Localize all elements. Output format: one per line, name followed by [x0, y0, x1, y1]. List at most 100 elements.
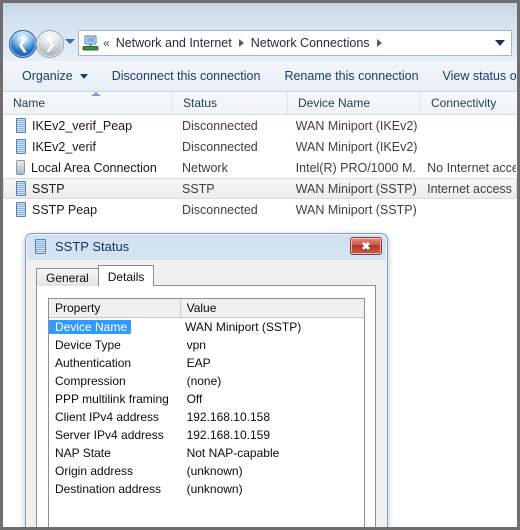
lan-connection-icon	[16, 160, 25, 175]
dialog-title-bar[interactable]: SSTP Status ✖	[25, 233, 388, 260]
details-property: Origin address	[55, 464, 134, 478]
details-row[interactable]: Compression (none)	[49, 372, 364, 390]
disconnect-connection-button[interactable]: Disconnect this connection	[105, 65, 268, 87]
address-bar[interactable]: « Network and Internet Network Connectio…	[78, 30, 512, 56]
details-row[interactable]: NAP State Not NAP-capable	[49, 444, 364, 462]
rename-connection-button[interactable]: Rename this connection	[277, 65, 425, 87]
details-value: EAP	[186, 356, 211, 370]
row-connectivity-cell: Internet access	[427, 181, 512, 196]
organize-button[interactable]: Organize	[15, 65, 95, 87]
forward-button[interactable]: ❯	[36, 30, 64, 58]
details-value: (unknown)	[186, 482, 243, 496]
forward-arrow-icon: ❯	[44, 36, 56, 52]
breadcrumb-network-and-internet[interactable]: Network and Internet	[115, 34, 233, 52]
vpn-connection-icon	[16, 181, 26, 196]
table-row[interactable]: SSTP Peap Disconnected WAN Miniport (SST…	[3, 199, 517, 220]
details-row[interactable]: Device Type vpn	[49, 336, 364, 354]
row-name-cell: IKEv2_verif_Peap	[4, 118, 172, 133]
column-header-name[interactable]: Name	[3, 92, 173, 114]
row-status-cell: SSTP	[181, 181, 215, 196]
window-glass-strip	[3, 3, 517, 25]
details-grid: Property Value Device Name WAN Miniport …	[48, 298, 365, 527]
details-column-property[interactable]: Property	[49, 299, 181, 317]
row-name-label: IKEv2_verif	[32, 139, 96, 154]
column-header-device-name[interactable]: Device Name	[288, 92, 421, 114]
details-column-value[interactable]: Value	[181, 299, 364, 317]
breadcrumb-network-connections[interactable]: Network Connections	[250, 34, 371, 52]
table-row[interactable]: IKEv2_verif_Peap Disconnected WAN Minipo…	[3, 115, 517, 136]
details-property: Client IPv4 address	[55, 410, 160, 424]
dialog-body: General Details Property Value Device Na…	[26, 260, 387, 527]
row-name-label: SSTP Peap	[32, 202, 98, 217]
details-row[interactable]: Origin address (unknown)	[49, 462, 364, 480]
sort-ascending-icon	[91, 92, 101, 96]
details-value: (none)	[186, 374, 222, 388]
back-button[interactable]: ❮	[9, 30, 37, 58]
row-name-label: Local Area Connection	[31, 160, 157, 175]
details-property: Compression	[55, 374, 126, 388]
back-arrow-icon: ❮	[17, 36, 29, 52]
row-device-cell: Intel(R) PRO/1000 M...	[295, 160, 418, 175]
tab-general[interactable]: General	[36, 268, 99, 286]
details-row[interactable]: Destination address (unknown)	[49, 480, 364, 498]
row-device-cell: WAN Miniport (SSTP)	[295, 202, 417, 217]
breadcrumb-chevron-icon[interactable]	[238, 39, 244, 47]
row-status-cell: Disconnected	[181, 118, 258, 133]
vpn-connection-icon	[16, 202, 26, 217]
breadcrumb-chevron-icon-2[interactable]	[376, 39, 382, 47]
details-property: Device Name	[49, 320, 132, 334]
details-value: WAN Miniport (SSTP)	[185, 320, 302, 334]
details-tab-panel: Property Value Device Name WAN Miniport …	[36, 285, 376, 527]
column-header-status[interactable]: Status	[173, 92, 288, 114]
table-row[interactable]: Local Area Connection Network Intel(R) P…	[3, 157, 517, 178]
table-row-selected[interactable]: SSTP SSTP WAN Miniport (SSTP) Internet a…	[3, 178, 517, 199]
row-status-cell: Disconnected	[181, 202, 258, 217]
explorer-window: ❮ ❯ « Network and Internet Network Conne…	[3, 3, 517, 527]
details-value: vpn	[186, 338, 206, 352]
connections-rows: IKEv2_verif_Peap Disconnected WAN Minipo…	[3, 115, 517, 220]
breadcrumb-overflow[interactable]: «	[103, 36, 110, 50]
details-property: Authentication	[55, 356, 132, 370]
details-property: PPP multilink framing	[55, 392, 169, 406]
vpn-connection-icon	[16, 118, 26, 133]
details-property: Device Type	[55, 338, 121, 352]
details-property: Destination address	[55, 482, 162, 496]
row-name-cell: IKEv2_verif	[4, 139, 172, 154]
column-header-connectivity[interactable]: Connectivity	[421, 92, 517, 114]
network-folder-icon	[82, 35, 99, 51]
details-value: 192.168.10.159	[186, 428, 270, 442]
details-value: 192.168.10.158	[186, 410, 270, 424]
recent-pages-icon[interactable]	[65, 39, 75, 44]
screenshot-root: ❮ ❯ « Network and Internet Network Conne…	[0, 0, 520, 530]
details-row-selected[interactable]: Device Name WAN Miniport (SSTP)	[49, 318, 364, 336]
details-row[interactable]: PPP multilink framing Off	[49, 390, 364, 408]
row-device-cell: WAN Miniport (IKEv2)	[295, 118, 418, 133]
row-name-cell: Local Area Connection	[4, 160, 172, 175]
chevron-down-icon	[79, 73, 88, 79]
row-name-label: SSTP	[32, 181, 65, 196]
organize-label: Organize	[22, 69, 73, 83]
dialog-tabstrip: General Details	[36, 265, 155, 286]
row-name-cell: SSTP Peap	[4, 202, 172, 217]
row-status-cell: Network	[181, 160, 228, 175]
details-row[interactable]: Client IPv4 address 192.168.10.158	[49, 408, 364, 426]
sstp-status-dialog: SSTP Status ✖ General Details Property V…	[25, 233, 388, 527]
row-device-cell: WAN Miniport (IKEv2)	[295, 139, 418, 154]
view-status-button[interactable]: View status of	[436, 65, 517, 87]
vpn-connection-icon	[16, 139, 26, 154]
table-row[interactable]: IKEv2_verif Disconnected WAN Miniport (I…	[3, 136, 517, 157]
row-device-cell: WAN Miniport (SSTP)	[295, 181, 417, 196]
close-icon[interactable]: ✖	[350, 237, 382, 255]
command-bar: Organize Disconnect this connection Rena…	[3, 61, 517, 92]
vpn-connection-icon	[35, 239, 46, 254]
details-property: NAP State	[55, 446, 111, 460]
address-bar-row: ❮ ❯ « Network and Internet Network Conne…	[3, 25, 517, 61]
row-status-cell: Disconnected	[181, 139, 258, 154]
details-property: Server IPv4 address	[55, 428, 164, 442]
chevron-down-icon[interactable]	[495, 40, 505, 46]
tab-details[interactable]: Details	[97, 265, 155, 286]
details-row[interactable]: Authentication EAP	[49, 354, 364, 372]
row-name-label: IKEv2_verif_Peap	[32, 118, 133, 133]
row-connectivity-cell: No Internet access	[427, 160, 516, 175]
details-row[interactable]: Server IPv4 address 192.168.10.159	[49, 426, 364, 444]
